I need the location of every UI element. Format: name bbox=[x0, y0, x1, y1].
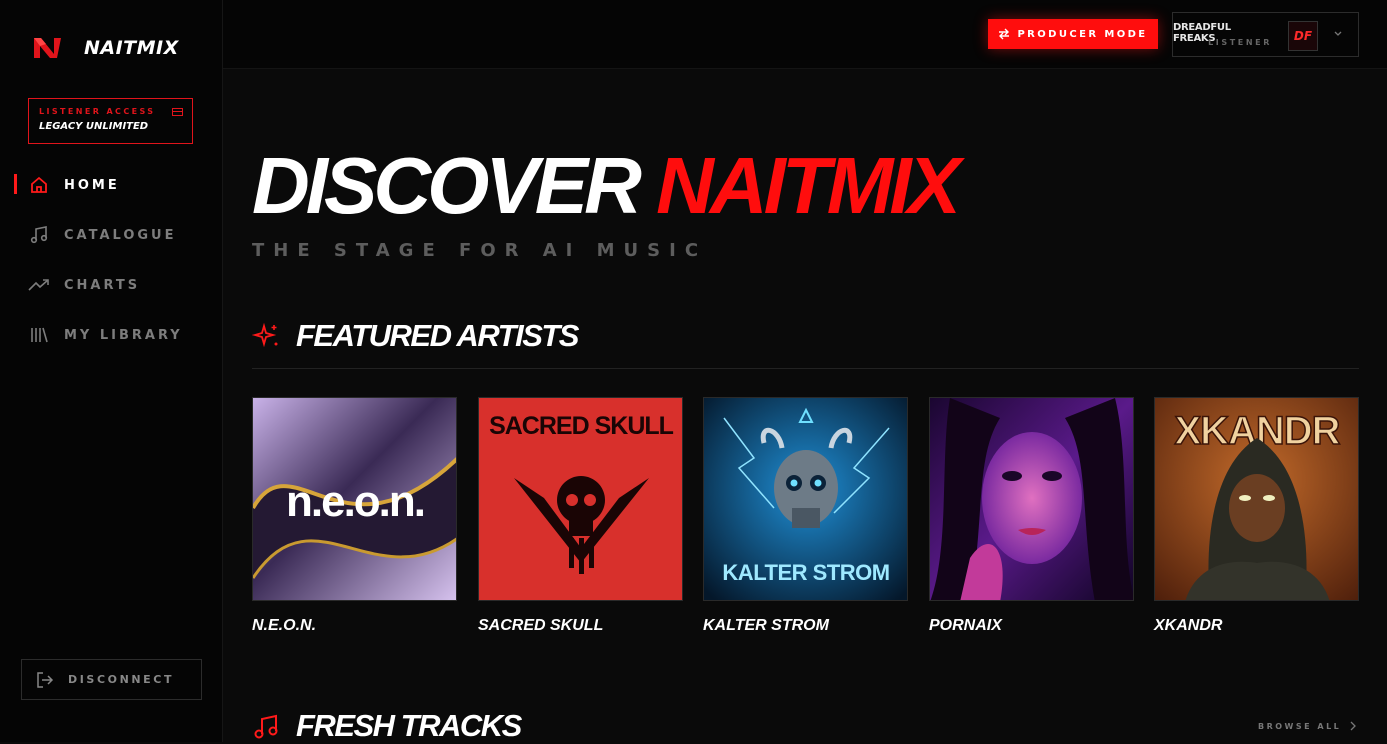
artist-name: SACRED SKULL bbox=[478, 617, 604, 634]
disconnect-label: DISCONNECT bbox=[68, 673, 175, 686]
artist-card-neon[interactable]: n.e.o.n. N.E.O.N. bbox=[252, 397, 457, 635]
logo[interactable]: NAITMIX bbox=[32, 34, 179, 62]
chevron-down-icon bbox=[1334, 31, 1342, 36]
artist-card-kalter-strom[interactable]: KALTER STROM KALTER STROM bbox=[703, 397, 908, 635]
artist-card-xkandr[interactable]: XKANDR XKANDR bbox=[1154, 397, 1359, 635]
browse-all-label: BROWSE ALL bbox=[1258, 721, 1342, 731]
section-divider bbox=[252, 368, 1359, 369]
music-note-icon bbox=[28, 224, 50, 246]
artist-artwork bbox=[929, 397, 1134, 601]
access-label: LISTENER ACCESS bbox=[39, 107, 156, 116]
nav-label: CATALOGUE bbox=[64, 227, 177, 243]
card-icon bbox=[172, 108, 183, 116]
hero-title: DISCOVER NAITMIX bbox=[252, 140, 961, 232]
producer-mode-label: PRODUCER MODE bbox=[1017, 28, 1148, 40]
sparkle-icon bbox=[252, 322, 278, 348]
art-text: SACRED SKULL bbox=[489, 412, 674, 440]
user-role: LISTENER bbox=[1208, 38, 1272, 47]
avatar: DF bbox=[1288, 21, 1318, 51]
access-plan: LEGACY UNLIMITED bbox=[39, 121, 149, 132]
nav-item-my-library[interactable]: MY LIBRARY bbox=[0, 310, 222, 360]
artist-card-sacred-skull[interactable]: SACRED SKULL SACRED SKULL bbox=[478, 397, 683, 635]
nav-label: CHARTS bbox=[64, 277, 141, 293]
hero-title-red: NAITMIX bbox=[656, 141, 961, 230]
featured-artists-header: FEATURED ARTISTS bbox=[252, 318, 580, 354]
home-icon bbox=[28, 174, 50, 196]
sidebar: NAITMIX LISTENER ACCESS LEGACY UNLIMITED… bbox=[0, 0, 223, 742]
chevron-right-icon bbox=[1350, 721, 1357, 731]
listener-access-badge: LISTENER ACCESS LEGACY UNLIMITED bbox=[28, 98, 193, 144]
artist-card-pornaix[interactable]: PORNAIX bbox=[929, 397, 1134, 635]
library-icon bbox=[28, 324, 50, 346]
section-title: FEATURED ARTISTS bbox=[296, 318, 580, 353]
art-text: KALTER STROM bbox=[722, 560, 889, 585]
artist-name: N.E.O.N. bbox=[252, 617, 317, 634]
artist-artwork: n.e.o.n. bbox=[252, 397, 457, 601]
nav-item-home[interactable]: HOME bbox=[0, 160, 222, 210]
hero-title-white: DISCOVER bbox=[252, 141, 642, 230]
sidebar-nav: HOME CATALOGUE CHARTS MY LIBRARY bbox=[0, 160, 222, 360]
nav-label: MY LIBRARY bbox=[64, 327, 183, 343]
music-note-icon bbox=[254, 714, 278, 739]
nav-item-catalogue[interactable]: CATALOGUE bbox=[0, 210, 222, 260]
disconnect-button[interactable]: DISCONNECT bbox=[21, 659, 202, 700]
hero-tagline: THE STAGE FOR AI MUSIC bbox=[252, 240, 708, 261]
fresh-tracks-header: FRESH TRACKS bbox=[252, 708, 522, 744]
nav-label: HOME bbox=[64, 177, 120, 193]
logout-icon bbox=[37, 671, 54, 688]
artist-name: KALTER STROM bbox=[703, 617, 829, 634]
trending-up-icon bbox=[28, 274, 50, 296]
artist-artwork: KALTER STROM bbox=[703, 397, 908, 601]
producer-mode-button[interactable]: PRODUCER MODE bbox=[988, 19, 1158, 49]
logo-mark-icon bbox=[34, 38, 61, 58]
browse-all-link[interactable]: BROWSE ALL bbox=[1258, 721, 1357, 731]
top-bar: PRODUCER MODE DREADFUL FREAKS LISTENER D… bbox=[223, 0, 1387, 69]
artist-name: XKANDR bbox=[1154, 617, 1223, 634]
artist-name: PORNAIX bbox=[929, 617, 1002, 634]
artist-artwork: SACRED SKULL bbox=[478, 397, 683, 601]
nav-item-charts[interactable]: CHARTS bbox=[0, 260, 222, 310]
swap-icon bbox=[999, 28, 1010, 40]
user-menu[interactable]: DREADFUL FREAKS LISTENER DF bbox=[1172, 12, 1359, 57]
section-title: FRESH TRACKS bbox=[296, 708, 522, 743]
app-name: NAITMIX bbox=[84, 37, 179, 59]
artist-artwork: XKANDR bbox=[1154, 397, 1359, 601]
art-text: n.e.o.n. bbox=[286, 477, 424, 526]
